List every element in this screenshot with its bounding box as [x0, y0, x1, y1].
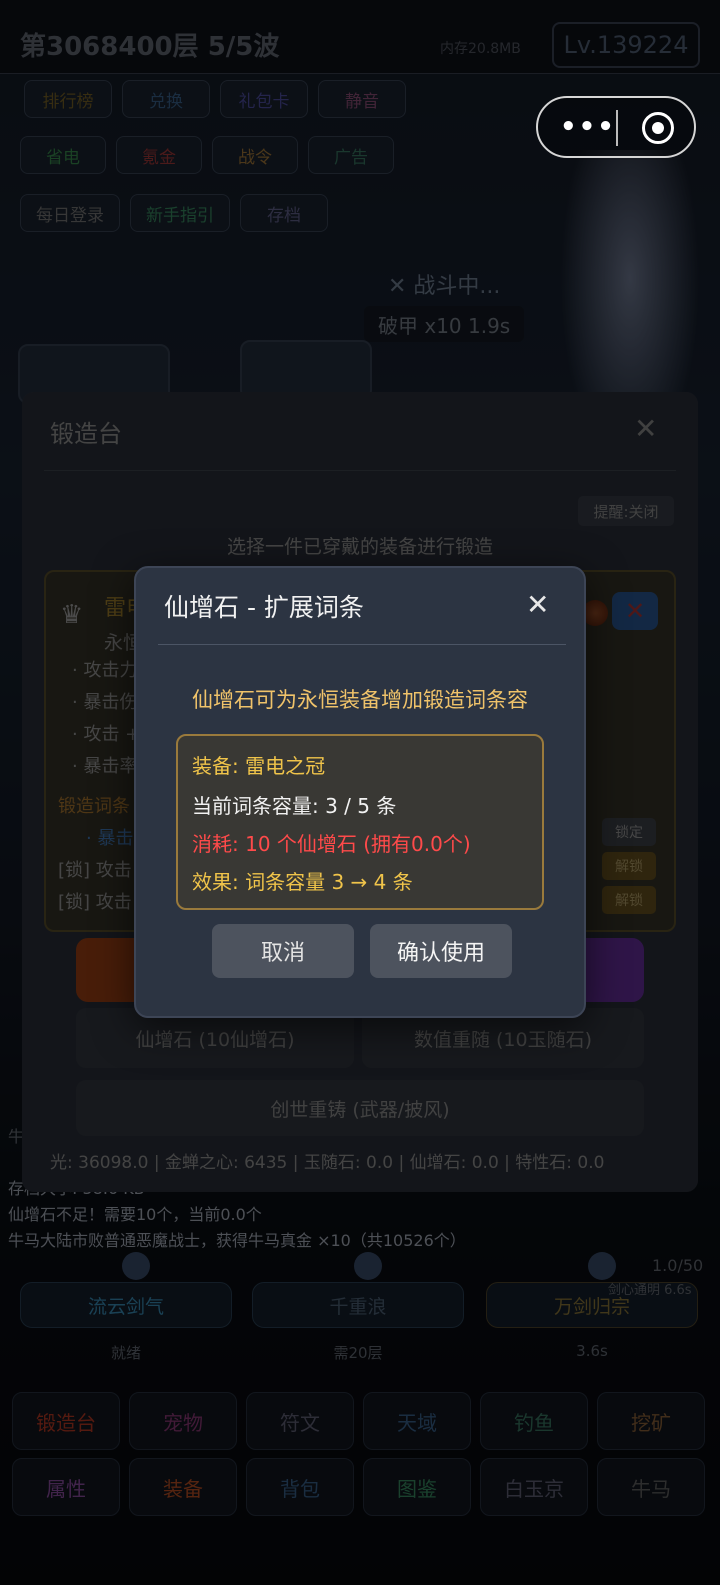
modal-description: 仙增石可为永恒装备增加锻造词条容: [192, 688, 528, 712]
cancel-button[interactable]: 取消: [212, 924, 354, 978]
close-icon[interactable]: ✕: [526, 588, 549, 621]
modal-title: 仙增石 - 扩展词条: [164, 593, 364, 622]
info-box: 装备: 雷电之冠 当前词条容量: 3 / 5 条 消耗: 10 个仙增石 (拥有…: [176, 734, 544, 910]
confirm-use-button[interactable]: 确认使用: [370, 924, 512, 978]
more-dots-icon[interactable]: •••: [560, 112, 616, 142]
capacity-line: 当前词条容量: 3 / 5 条: [192, 794, 397, 818]
xian-stone-modal: 仙增石 - 扩展词条 ✕ 仙增石可为永恒装备增加锻造词条容 装备: 雷电之冠 当…: [134, 566, 586, 1018]
target-icon[interactable]: [642, 112, 674, 144]
effect-line: 效果: 词条容量 3 → 4 条: [192, 870, 413, 894]
equipment-line: 装备: 雷电之冠: [192, 754, 326, 778]
capsule-divider: [616, 110, 618, 146]
mini-program-capsule: •••: [536, 96, 696, 158]
cost-line: 消耗: 10 个仙增石 (拥有0.0个): [192, 832, 471, 856]
modal-divider: [158, 644, 566, 645]
